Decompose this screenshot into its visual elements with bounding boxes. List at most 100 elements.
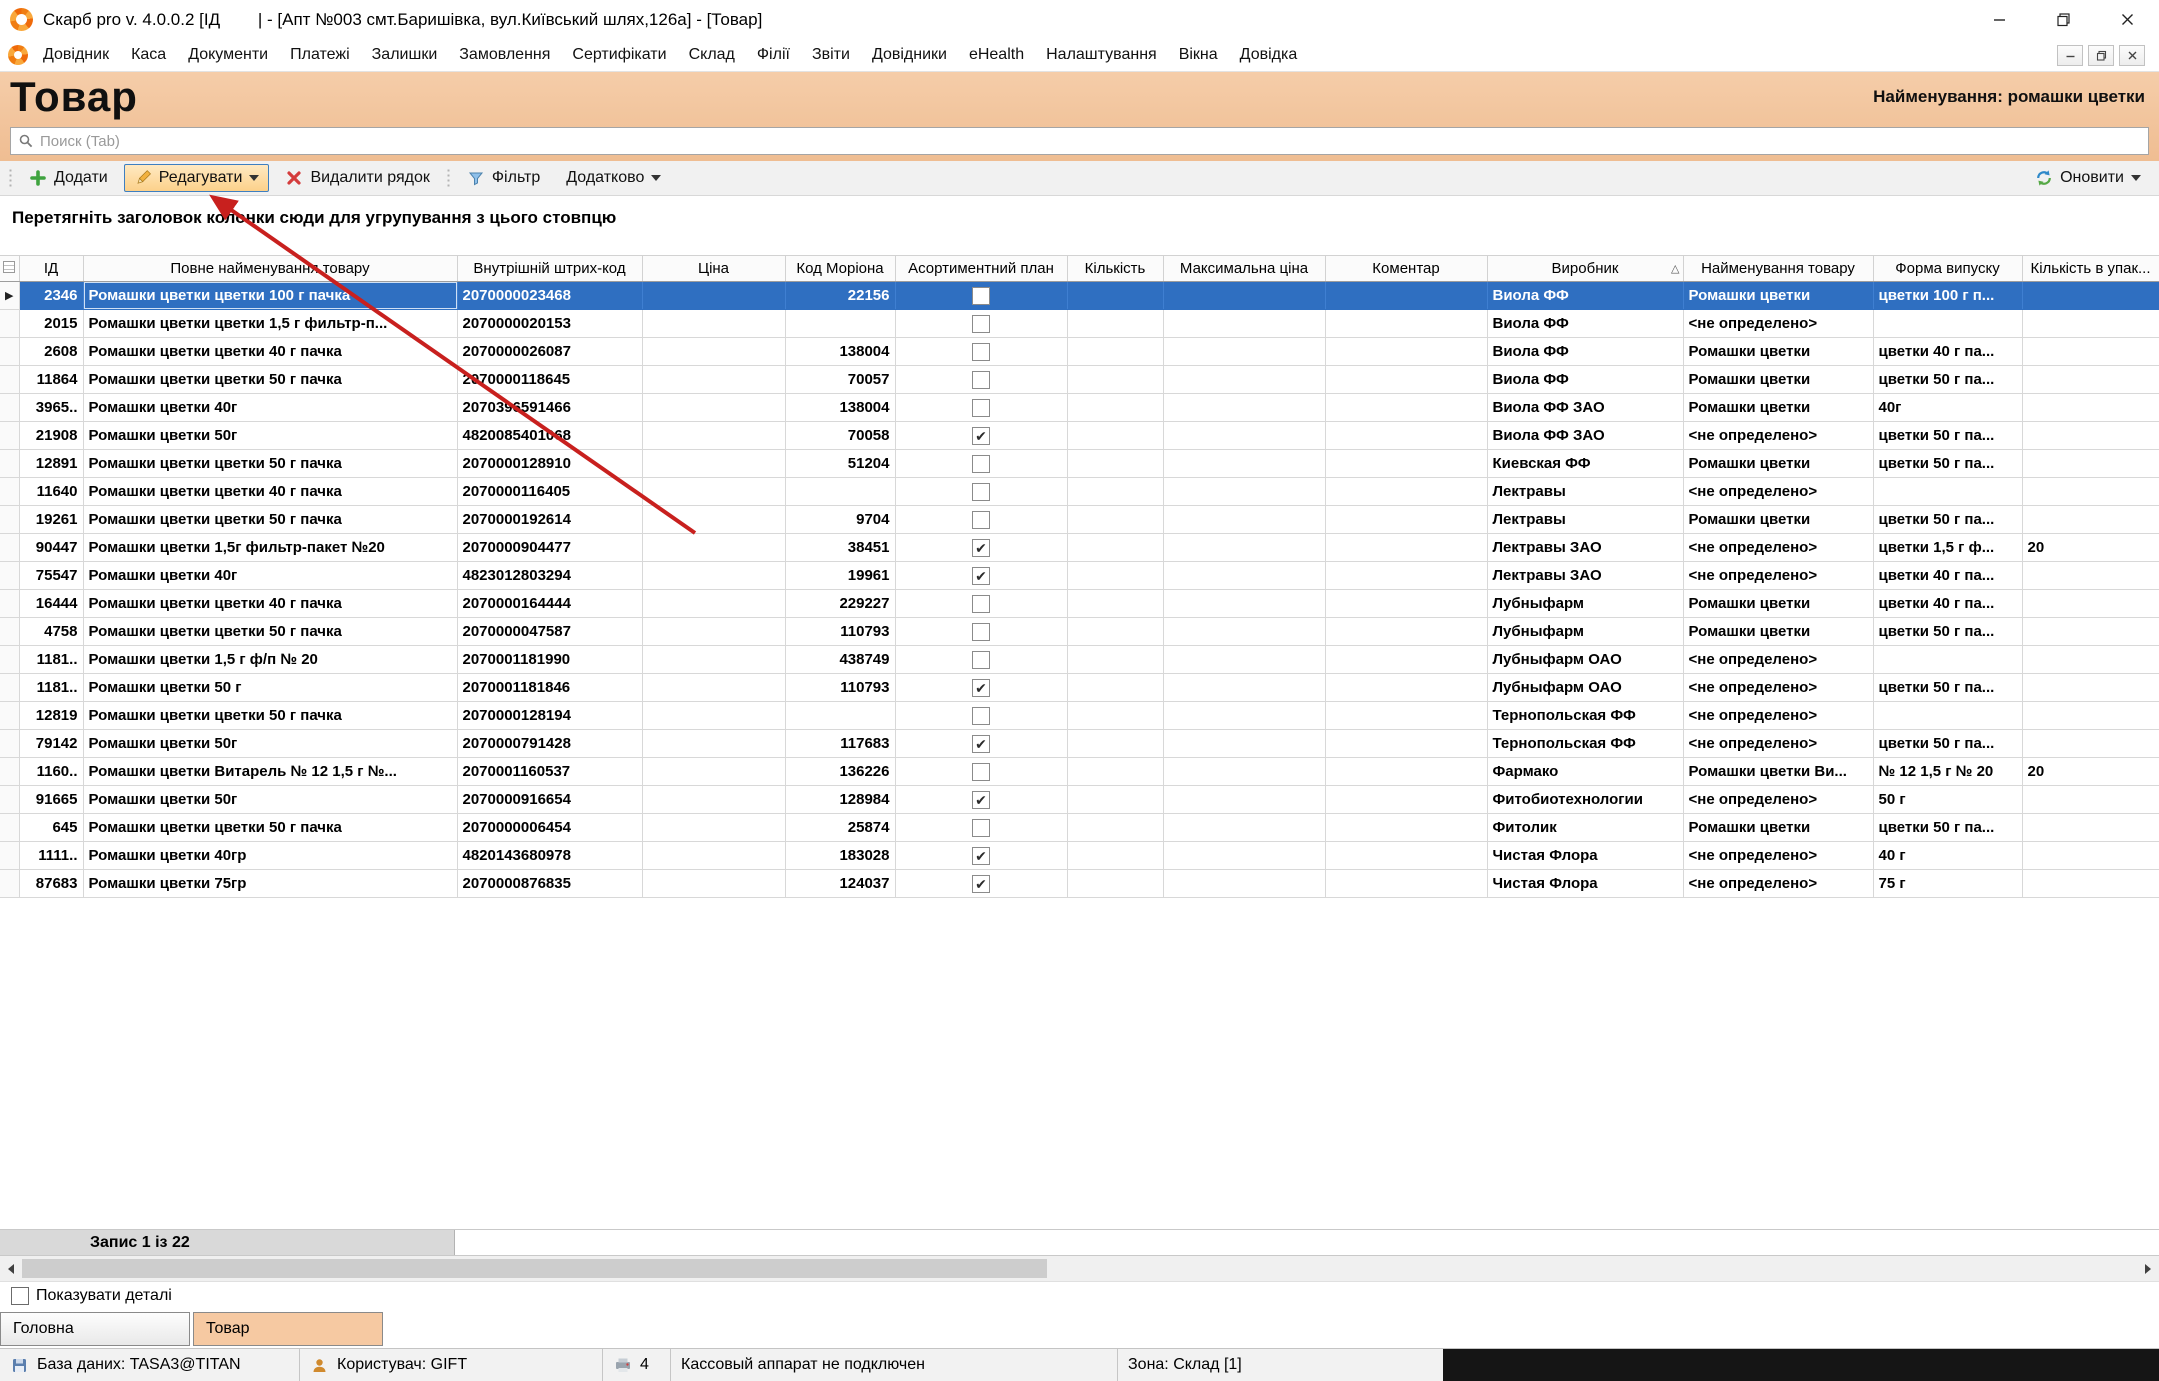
menu-item-10[interactable]: Звіти: [801, 46, 861, 64]
cell-full_name: Ромашки цветки 40г: [83, 394, 457, 422]
table-row[interactable]: 16444Ромашки цветки цветки 40 г пачка207…: [0, 590, 2159, 618]
table-row[interactable]: 4758Ромашки цветки цветки 50 г пачка2070…: [0, 618, 2159, 646]
table-row[interactable]: 11640Ромашки цветки цветки 40 г пачка207…: [0, 478, 2159, 506]
assortment-checkbox[interactable]: [972, 511, 990, 529]
assortment-checkbox[interactable]: [972, 651, 990, 669]
menu-item-15[interactable]: Довідка: [1229, 46, 1309, 64]
table-row[interactable]: 11864Ромашки цветки цветки 50 г пачка207…: [0, 366, 2159, 394]
assortment-checkbox[interactable]: ✔: [972, 679, 990, 697]
mdi-close-button[interactable]: [2119, 45, 2145, 66]
menu-item-5[interactable]: Залишки: [361, 46, 449, 64]
column-header-barcode[interactable]: Внутрішній штрих-код: [457, 256, 642, 282]
table-row[interactable]: 90447Ромашки цветки 1,5г фильтр-пакет №2…: [0, 534, 2159, 562]
table-row[interactable]: 3965..Ромашки цветки 40г2070396591466138…: [0, 394, 2159, 422]
column-header-price[interactable]: Ціна: [642, 256, 785, 282]
restore-button[interactable]: [2031, 0, 2095, 39]
table-row[interactable]: ▶2346Ромашки цветки цветки 100 г пачка20…: [0, 282, 2159, 310]
menu-item-8[interactable]: Склад: [678, 46, 746, 64]
edit-button[interactable]: Редагувати: [124, 164, 270, 192]
column-header-id[interactable]: ІД: [19, 256, 83, 282]
table-row[interactable]: 1181..Ромашки цветки 50 г207000118184611…: [0, 674, 2159, 702]
group-by-panel[interactable]: Перетягніть заголовок колонки сюди для у…: [0, 196, 2159, 255]
more-button[interactable]: Додатково: [556, 164, 671, 192]
assortment-checkbox[interactable]: [972, 287, 990, 305]
cell-id: 1181..: [19, 646, 83, 674]
table-row[interactable]: 75547Ромашки цветки 40г48230128032941996…: [0, 562, 2159, 590]
scrollbar-track[interactable]: [22, 1256, 2137, 1281]
filter-button[interactable]: Фільтр: [457, 164, 550, 192]
assortment-checkbox[interactable]: ✔: [972, 791, 990, 809]
assortment-checkbox[interactable]: [972, 763, 990, 781]
table-row[interactable]: 2015Ромашки цветки цветки 1,5 г фильтр-п…: [0, 310, 2159, 338]
column-header-product_name[interactable]: Найменування товару: [1683, 256, 1873, 282]
show-details-checkbox[interactable]: Показувати деталі: [11, 1287, 172, 1305]
cell-product_name: Ромашки цветки: [1683, 366, 1873, 394]
assortment-checkbox[interactable]: [972, 343, 990, 361]
menu-item-14[interactable]: Вікна: [1168, 46, 1229, 64]
mdi-restore-button[interactable]: [2088, 45, 2114, 66]
table-row[interactable]: 1111..Ромашки цветки 40гр482014368097818…: [0, 842, 2159, 870]
statusbar-count: 4: [603, 1349, 671, 1381]
menu-item-11[interactable]: Довідники: [861, 46, 958, 64]
assortment-checkbox[interactable]: ✔: [972, 847, 990, 865]
menu-item-4[interactable]: Платежі: [279, 46, 361, 64]
menu-item-3[interactable]: Документи: [177, 46, 279, 64]
table-row[interactable]: 1160..Ромашки цветки Витарель № 12 1,5 г…: [0, 758, 2159, 786]
mdi-minimize-button[interactable]: [2057, 45, 2083, 66]
assortment-checkbox[interactable]: ✔: [972, 875, 990, 893]
assortment-checkbox[interactable]: [972, 707, 990, 725]
assortment-checkbox[interactable]: [972, 595, 990, 613]
cell-price: [642, 842, 785, 870]
column-header-qty_per_pack[interactable]: Кількість в упак...: [2022, 256, 2159, 282]
assortment-checkbox[interactable]: [972, 483, 990, 501]
assortment-checkbox[interactable]: ✔: [972, 567, 990, 585]
column-header-max_price[interactable]: Максимальна ціна: [1163, 256, 1325, 282]
assortment-checkbox[interactable]: [972, 819, 990, 837]
menu-item-7[interactable]: Сертифікати: [561, 46, 677, 64]
assortment-checkbox[interactable]: [972, 371, 990, 389]
column-header-release_form[interactable]: Форма випуску: [1873, 256, 2022, 282]
assortment-checkbox[interactable]: [972, 399, 990, 417]
refresh-button[interactable]: Оновити: [2025, 164, 2151, 192]
column-header-full_name[interactable]: Повне найменування товару: [83, 256, 457, 282]
search-input[interactable]: [40, 133, 2142, 150]
table-row[interactable]: 645Ромашки цветки цветки 50 г пачка20700…: [0, 814, 2159, 842]
assortment-checkbox[interactable]: [972, 455, 990, 473]
tab-golovna[interactable]: Головна: [0, 1312, 190, 1346]
assortment-checkbox[interactable]: ✔: [972, 539, 990, 557]
table-row[interactable]: 12819Ромашки цветки цветки 50 г пачка207…: [0, 702, 2159, 730]
tab-tovar[interactable]: Товар: [193, 1312, 383, 1346]
menu-item-13[interactable]: Налаштування: [1035, 46, 1168, 64]
column-header-manufacturer[interactable]: Виробник△: [1487, 256, 1683, 282]
delete-row-button[interactable]: Видалити рядок: [275, 164, 439, 192]
scroll-left-arrow[interactable]: [0, 1256, 22, 1281]
assortment-checkbox[interactable]: ✔: [972, 427, 990, 445]
assortment-checkbox[interactable]: [972, 623, 990, 641]
table-row[interactable]: 19261Ромашки цветки цветки 50 г пачка207…: [0, 506, 2159, 534]
table-row[interactable]: 87683Ромашки цветки 75гр2070000876835124…: [0, 870, 2159, 898]
table-row[interactable]: 12891Ромашки цветки цветки 50 г пачка207…: [0, 450, 2159, 478]
menu-item-6[interactable]: Замовлення: [448, 46, 561, 64]
table-row[interactable]: 2608Ромашки цветки цветки 40 г пачка2070…: [0, 338, 2159, 366]
table-row[interactable]: 91665Ромашки цветки 50г20700009166541289…: [0, 786, 2159, 814]
minimize-button[interactable]: [1967, 0, 2031, 39]
cell-quantity: [1067, 282, 1163, 310]
column-header-morion_code[interactable]: Код Моріона: [785, 256, 895, 282]
menu-item-1[interactable]: Довідник: [32, 46, 120, 64]
table-row[interactable]: 79142Ромашки цветки 50г20700007914281176…: [0, 730, 2159, 758]
close-button[interactable]: [2095, 0, 2159, 39]
assortment-checkbox[interactable]: [972, 315, 990, 333]
menu-item-2[interactable]: Каса: [120, 46, 177, 64]
column-header-assortment_plan[interactable]: Асортиментний план: [895, 256, 1067, 282]
table-row[interactable]: 21908Ромашки цветки 50г48200854010687005…: [0, 422, 2159, 450]
horizontal-scrollbar[interactable]: [0, 1256, 2159, 1282]
scroll-right-arrow[interactable]: [2137, 1256, 2159, 1281]
add-button[interactable]: Додати: [19, 164, 118, 192]
table-row[interactable]: 1181..Ромашки цветки 1,5 г ф/п № 2020700…: [0, 646, 2159, 674]
scrollbar-thumb[interactable]: [22, 1259, 1047, 1278]
column-header-comment[interactable]: Коментар: [1325, 256, 1487, 282]
menu-item-12[interactable]: eHealth: [958, 46, 1035, 64]
column-header-quantity[interactable]: Кількість: [1067, 256, 1163, 282]
assortment-checkbox[interactable]: ✔: [972, 735, 990, 753]
menu-item-9[interactable]: Філії: [746, 46, 801, 64]
